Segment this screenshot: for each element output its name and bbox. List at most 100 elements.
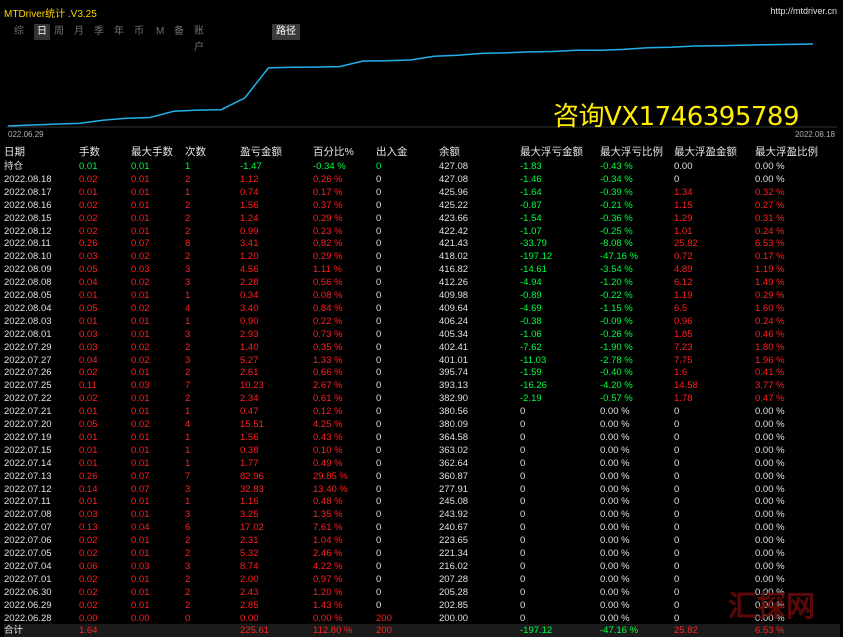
cell-deposit: 0	[376, 173, 382, 185]
cell-max-float-loss: 0	[520, 522, 526, 534]
table-row: 2022.08.09 0.05 0.03 3 4.56 1.11 % 0 416.82 -14.…	[4, 263, 840, 276]
cell-max-float-loss: -1.54	[520, 212, 542, 224]
table-row: 2022.08.01 0.03 0.01 3 2.93 0.73 % 0 405.34 -1.0…	[4, 328, 840, 341]
path-button[interactable]: 路径	[272, 24, 300, 40]
cell-max-lots: 0.03	[131, 264, 150, 276]
tab-5[interactable]: 年	[114, 24, 124, 40]
cell-lots: 0.02	[79, 573, 98, 585]
cell-max-float-profit: 1.85	[674, 328, 693, 340]
cell-max-float-loss: -1.64	[520, 186, 542, 198]
cell-deposit: 0	[376, 341, 382, 353]
tab-7[interactable]: M	[156, 24, 164, 40]
cell-lots: 0.02	[79, 225, 98, 237]
cell-balance: 423.66	[439, 212, 469, 224]
cell-deposit: 0	[376, 406, 382, 418]
cell-deposit: 0	[376, 238, 382, 250]
cell-max-float-profit: 1.6	[674, 367, 688, 379]
cell-max-float-profit: 1.29	[674, 212, 693, 224]
tab-6[interactable]: 币	[134, 24, 144, 40]
cell-date: 2022.07.20	[4, 419, 52, 430]
cell-count: 3	[185, 354, 191, 366]
cell-max-lots: 0.04	[131, 522, 150, 534]
cell-balance: 427.08	[439, 161, 469, 172]
cell-percent: 0.82 %	[313, 238, 343, 250]
cell-max-lots: 0.02	[131, 419, 150, 430]
header-percent: 百分比%	[313, 146, 354, 158]
cell-max-float-loss-pct: -0.40 %	[600, 367, 633, 379]
cell-count: 2	[185, 367, 191, 379]
tab-4[interactable]: 季	[94, 24, 104, 40]
tab-0[interactable]: 综	[14, 24, 24, 40]
cell-count: 3	[185, 560, 191, 572]
cell-count: 2	[185, 599, 191, 611]
cell-pnl: 2.00	[240, 573, 259, 585]
cell-max-float-loss-pct: -4.20 %	[600, 380, 633, 392]
cell-date: 2022.08.16	[4, 199, 52, 211]
cell-count: 2	[185, 199, 191, 211]
cell-count: 3	[185, 483, 191, 495]
cell-percent: 0.49 %	[313, 457, 343, 469]
cell-max-float-loss: 0	[520, 509, 526, 521]
cell-lots: 0.05	[79, 419, 98, 430]
cell-deposit: 0	[376, 354, 382, 366]
cell-max-float-profit: 0	[674, 509, 680, 521]
cell-date: 2022.07.15	[4, 444, 52, 456]
cell-max-lots: 0.02	[131, 341, 150, 353]
cell-max-float-loss: 0	[520, 406, 526, 418]
cell-date: 2022.08.08	[4, 277, 52, 289]
cell-percent: 0.73 %	[313, 328, 343, 340]
cell-max-float-loss-pct: -0.26 %	[600, 328, 633, 340]
cell-percent: 1.43 %	[313, 599, 343, 611]
cell-pnl: 8.74	[240, 560, 259, 572]
cell-max-float-loss: -0.38	[520, 315, 542, 327]
cell-pnl: 3.25	[240, 509, 259, 521]
cell-pnl: 5.32	[240, 548, 259, 559]
cell-count: 2	[185, 212, 191, 224]
cell-max-lots: 0.01	[131, 548, 150, 559]
app-url-link[interactable]: http://mtdriver.cn	[770, 6, 837, 16]
cell-max-float-profit: 0	[674, 431, 680, 443]
tab-8[interactable]: 备	[174, 24, 184, 40]
cell-pnl: -1.47	[240, 161, 262, 172]
cell-date: 2022.08.11	[4, 238, 51, 250]
cell-max-float-loss-pct: -0.22 %	[600, 290, 633, 301]
cell-max-float-loss-pct: -0.43 %	[600, 161, 633, 172]
tab-3[interactable]: 月	[74, 24, 84, 40]
cell-balance: 245.08	[439, 496, 469, 508]
cell-date: 2022.07.05	[4, 548, 52, 559]
cell-percent: 4.22 %	[313, 560, 343, 572]
cell-deposit: 0	[376, 302, 382, 314]
tab-2[interactable]: 周	[54, 24, 64, 40]
cell-max-float-loss-pct: -0.57 %	[600, 393, 633, 405]
cell-pnl: 1.40	[240, 341, 259, 353]
chart-start-date: 022.06.29	[8, 130, 44, 139]
tab-1[interactable]: 日	[34, 24, 50, 40]
cell-balance: 200.00	[439, 612, 469, 624]
cell-max-float-profit-pct: 1.96 %	[755, 354, 785, 366]
cell-date: 2022.08.01	[4, 328, 52, 340]
cell-pnl: 2.43	[240, 586, 259, 598]
cell-lots: 0.05	[79, 264, 98, 276]
table-total-row: 合计 1.64 225.61 112.80 % 200 -197.12 -47.16 % 25…	[4, 624, 840, 637]
cell-deposit: 200	[376, 625, 392, 637]
cell-max-lots: 0.01	[131, 186, 150, 198]
cell-count: 1	[185, 161, 191, 172]
cell-percent: 0.00 %	[313, 612, 343, 624]
cell-max-float-profit-pct: 0.00 %	[755, 470, 785, 482]
cell-max-float-loss-pct: 0.00 %	[600, 612, 630, 624]
cell-max-float-profit: 25.82	[674, 625, 698, 637]
table-row: 2022.07.21 0.01 0.01 1 0.47 0.12 % 0 380.56 0 0.0…	[4, 405, 840, 418]
cell-balance: 393.13	[439, 380, 469, 392]
cell-count: 4	[185, 302, 191, 314]
cell-max-float-loss: 0	[520, 548, 526, 559]
cell-date: 2022.07.29	[4, 341, 52, 353]
header-pnl: 盈亏金额	[240, 146, 282, 158]
cell-max-float-loss-pct: -1.20 %	[600, 277, 633, 289]
cell-percent: 112.80 %	[313, 625, 353, 637]
header-lots: 手数	[79, 146, 100, 158]
cell-balance: 422.42	[439, 225, 469, 237]
cell-max-float-loss: -1.83	[520, 161, 542, 172]
cell-percent: 0.61 %	[313, 393, 343, 405]
table-row: 2022.08.10 0.03 0.02 2 1.20 0.29 % 0 418.02 -197…	[4, 250, 840, 263]
cell-max-float-profit-pct: 0.00 %	[755, 161, 785, 172]
